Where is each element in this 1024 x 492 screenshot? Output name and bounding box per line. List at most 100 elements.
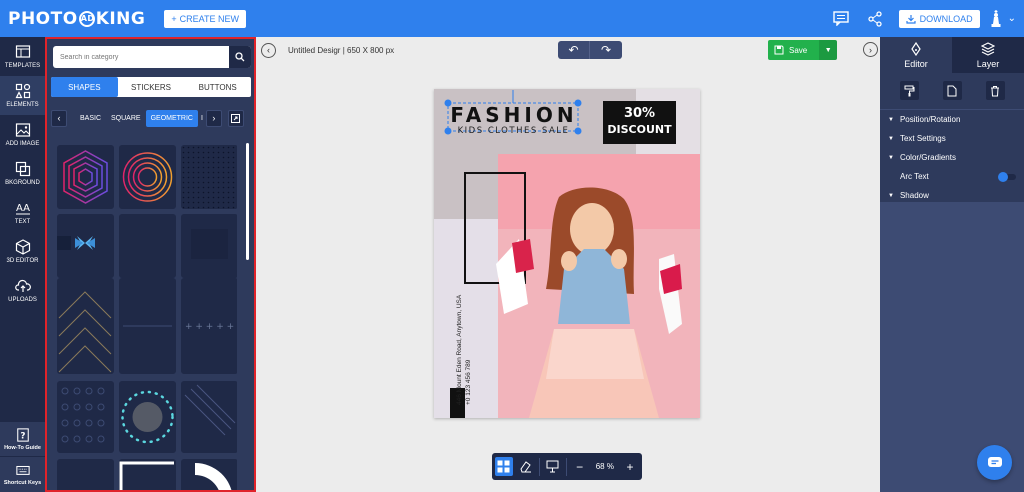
elements-icon xyxy=(15,83,30,99)
scroll-left-button[interactable]: ‹ xyxy=(51,109,67,127)
shape-hexagon-neon[interactable] xyxy=(57,145,114,209)
subtab-overflow[interactable]: I xyxy=(198,110,206,127)
shapes-grid: + + + + + xyxy=(57,145,237,490)
subcategory-bar: ‹ BASIC SQUARE GEOMETRIC I › xyxy=(51,109,251,127)
shape-dark-grid[interactable] xyxy=(181,214,237,278)
document-icon xyxy=(947,85,957,96)
design-canvas[interactable]: FASHION KIDS CLOTHES SALE 30% DISCOUNT 4… xyxy=(434,89,700,418)
nav-3d-editor[interactable]: 3D EDITOR xyxy=(0,232,45,271)
shape-dot-grid[interactable] xyxy=(181,145,237,209)
present-button[interactable] xyxy=(544,457,562,476)
subtab-square[interactable]: SQUARE xyxy=(106,110,146,127)
right-tools xyxy=(880,73,1024,109)
collapse-right-button[interactable]: › xyxy=(863,42,878,57)
scroll-right-button[interactable]: › xyxy=(205,109,222,127)
subtab-geometric[interactable]: GEOMETRIC xyxy=(145,109,198,127)
undo-button[interactable]: ↶ xyxy=(558,41,590,59)
grid-view-button[interactable] xyxy=(495,457,513,476)
panel-scrollbar[interactable] xyxy=(246,143,249,260)
nav-elements[interactable]: ELEMENTS xyxy=(0,76,45,115)
zoom-out-button[interactable]: − xyxy=(571,457,589,476)
comment-icon[interactable] xyxy=(831,9,851,29)
discount-word-text[interactable]: DISCOUNT xyxy=(603,123,676,136)
duplicate-button[interactable] xyxy=(942,81,962,100)
text-icon: Aa xyxy=(15,203,30,215)
address-text[interactable]: 446 Mount Eden Road, Anytown, USA +0 123… xyxy=(455,275,479,405)
grid-icon xyxy=(497,460,510,473)
shape-dark-panel[interactable] xyxy=(119,214,176,278)
nav-templates[interactable]: TEMPLATES xyxy=(0,37,45,76)
nav-text[interactable]: Aa TEXT xyxy=(0,193,45,232)
floppy-icon xyxy=(774,45,784,55)
divider xyxy=(538,457,540,476)
shape-dot-circles[interactable] xyxy=(57,381,114,453)
chevron-down-icon: ⌄ xyxy=(1007,13,1016,24)
redo-button[interactable]: ↷ xyxy=(590,41,622,59)
format-painter-button[interactable] xyxy=(899,81,919,100)
tab-stickers[interactable]: STICKERS xyxy=(118,77,185,97)
arc-text-toggle[interactable] xyxy=(998,171,1016,182)
collapse-left-button[interactable]: ‹ xyxy=(261,42,276,58)
section-position-rotation[interactable]: ▼ Position/Rotation xyxy=(880,110,1024,129)
svg-text:?: ? xyxy=(20,431,25,441)
download-button[interactable]: DOWNLOAD xyxy=(898,9,980,28)
tab-layer[interactable]: Layer xyxy=(952,37,1024,73)
eraser-icon xyxy=(520,461,532,473)
delete-button[interactable] xyxy=(985,81,1005,100)
shape-dotted-ring[interactable] xyxy=(119,381,176,453)
save-button[interactable]: Save xyxy=(768,40,820,60)
svg-text:Aa: Aa xyxy=(16,203,30,214)
caret-down-icon: ▼ xyxy=(824,46,832,54)
subtab-basic[interactable]: BASIC xyxy=(75,110,106,127)
create-new-button[interactable]: + CREATE NEW xyxy=(164,9,246,28)
nav-background[interactable]: BKGROUND xyxy=(0,154,45,193)
shape-horizontal-line[interactable] xyxy=(119,278,176,374)
shape-plus-row[interactable]: + + + + + xyxy=(181,278,237,374)
right-tabs: Editor Layer xyxy=(880,37,1024,73)
search-button[interactable] xyxy=(229,46,251,68)
document-title[interactable]: Untitled Desigr | 650 X 800 px xyxy=(288,46,394,55)
logo[interactable]: PHOTO AD KING xyxy=(8,9,145,29)
design-subtitle-text[interactable]: KIDS CLOTHES SALE xyxy=(441,126,586,136)
nav-add-image[interactable]: ADD IMAGE xyxy=(0,115,45,154)
zoom-in-button[interactable]: + xyxy=(621,457,639,476)
background-icon xyxy=(15,161,30,177)
search-input[interactable] xyxy=(53,46,229,68)
chat-icon xyxy=(987,456,1002,467)
zoom-level: 68 % xyxy=(595,462,614,471)
caret-down-icon: ▼ xyxy=(888,154,894,161)
elements-panel: SHAPES STICKERS BUTTONS ‹ BASIC SQUARE G… xyxy=(45,37,256,492)
expand-button[interactable] xyxy=(227,109,244,127)
search-icon xyxy=(235,52,245,62)
presentation-icon xyxy=(546,460,559,473)
shape-white-arc[interactable] xyxy=(181,459,237,490)
panel-tabs: SHAPES STICKERS BUTTONS xyxy=(51,77,251,97)
shape-diagonal-lines[interactable] xyxy=(181,381,237,453)
tab-shapes[interactable]: SHAPES xyxy=(51,77,118,97)
design-title-text[interactable]: FASHION xyxy=(449,103,579,127)
nav-shortcut-keys[interactable]: Shortcut Keys xyxy=(0,457,45,492)
nav-uploads[interactable]: UPLOADS xyxy=(0,271,45,310)
chevron-right-icon: › xyxy=(212,113,216,123)
user-menu[interactable]: ⌄ xyxy=(990,9,1016,28)
shape-partial-1[interactable] xyxy=(57,459,114,490)
save-dropdown-button[interactable]: ▼ xyxy=(819,40,838,60)
shape-concentric-circles[interactable] xyxy=(119,145,176,209)
shape-blue-diamonds[interactable] xyxy=(57,214,114,278)
section-text-settings[interactable]: ▼ Text Settings xyxy=(880,129,1024,148)
layers-icon xyxy=(981,41,995,56)
chess-king-icon xyxy=(991,9,1001,27)
expand-icon xyxy=(231,113,241,123)
tab-buttons[interactable]: BUTTONS xyxy=(184,77,251,97)
discount-percent-text[interactable]: 30% xyxy=(603,106,676,121)
shape-chevrons[interactable] xyxy=(57,278,114,374)
nav-how-to-guide[interactable]: ? How-To Guide xyxy=(0,422,45,457)
section-color-gradients[interactable]: ▼ Color/Gradients xyxy=(880,148,1024,167)
chat-button[interactable] xyxy=(977,445,1012,480)
eraser-button[interactable] xyxy=(517,457,535,476)
shape-white-frame[interactable] xyxy=(119,459,176,490)
tab-editor[interactable]: Editor xyxy=(880,37,952,73)
paint-roller-icon xyxy=(904,85,914,96)
share-icon[interactable] xyxy=(865,9,885,29)
plus-icon: + xyxy=(171,13,177,24)
